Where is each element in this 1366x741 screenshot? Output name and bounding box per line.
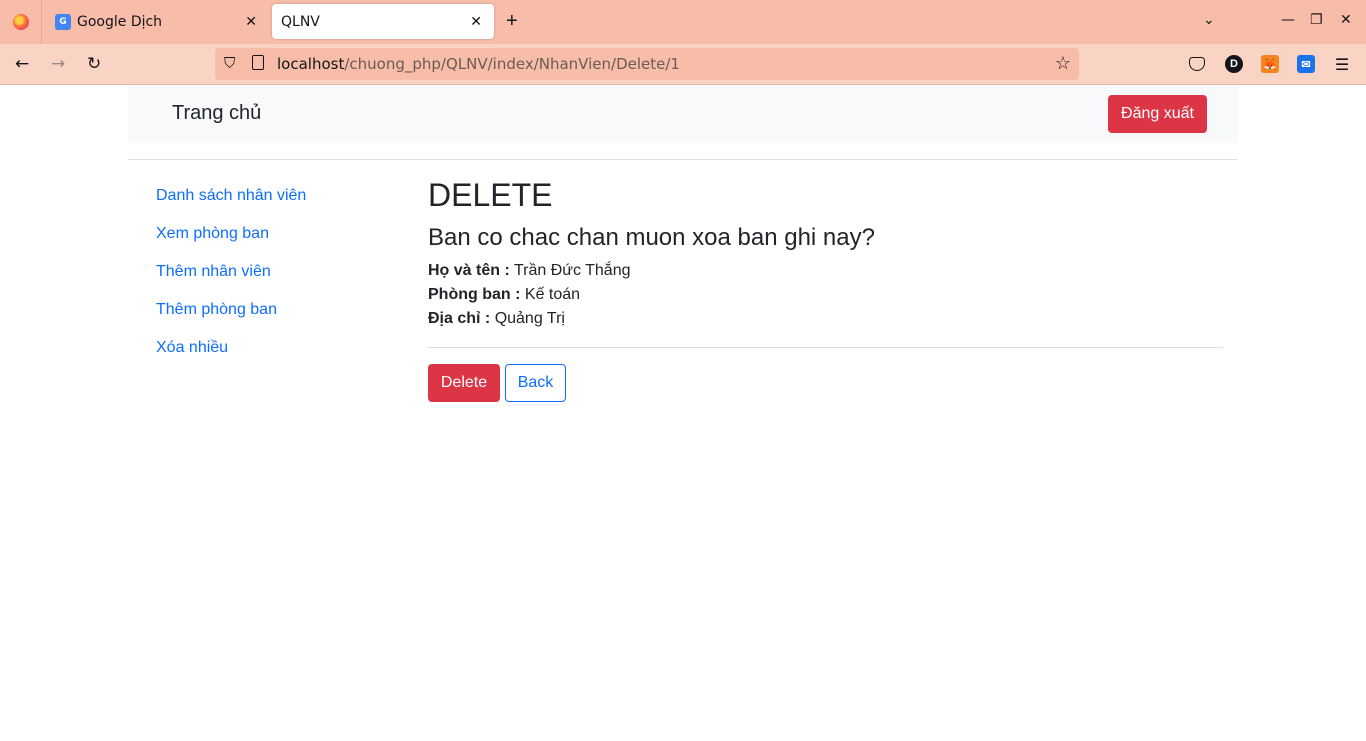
close-icon[interactable]: ✕	[470, 14, 482, 30]
google-translate-icon: G	[55, 14, 71, 30]
sidebar-item-add-employee[interactable]: Thêm nhân viên	[156, 263, 271, 281]
url-path: /chuong_php/QLNV/index/NhanVien/Delete/1	[344, 55, 680, 73]
field-label: Phòng ban :	[428, 286, 521, 303]
brand-link[interactable]: Trang chủ	[172, 102, 261, 125]
field-label: Địa chỉ :	[428, 310, 491, 327]
sidebar-item-view-departments[interactable]: Xem phòng ban	[156, 225, 269, 243]
forward-arrow-icon[interactable]: →	[51, 54, 65, 74]
hamburger-menu-icon[interactable]: ☰	[1333, 55, 1351, 74]
extension-d-icon[interactable]: D	[1225, 55, 1243, 73]
close-icon[interactable]: ✕	[245, 14, 257, 30]
field-value: Trần Đức Thắng	[513, 262, 631, 279]
firefox-menu-button[interactable]	[0, 0, 42, 44]
delete-button[interactable]: Delete	[428, 364, 500, 402]
site-navbar: Trang chủ Đăng xuất	[128, 85, 1238, 143]
window-close-icon[interactable]: ✕	[1340, 12, 1352, 28]
page-icon[interactable]	[252, 55, 264, 70]
url-text[interactable]: localhost/chuong_php/QLNV/index/NhanVien…	[277, 55, 680, 73]
url-bar[interactable]: ⛉ localhost/chuong_php/QLNV/index/NhanVi…	[215, 48, 1079, 80]
divider	[428, 347, 1223, 348]
field-full-name: Họ và tên : Trần Đức Thắng	[428, 262, 631, 280]
page-content: Trang chủ Đăng xuất Danh sách nhân viên …	[0, 85, 1366, 741]
field-address: Địa chỉ : Quảng Trị	[428, 310, 565, 328]
back-button[interactable]: Back	[505, 364, 566, 402]
page-title: DELETE	[428, 177, 553, 213]
confirm-question: Ban co chac chan muon xoa ban ghi nay?	[428, 224, 875, 251]
firefox-icon	[12, 14, 29, 30]
minimize-icon[interactable]: —	[1281, 12, 1295, 28]
back-arrow-icon[interactable]: ←	[15, 54, 29, 74]
field-department: Phòng ban : Kế toán	[428, 286, 580, 304]
logout-button[interactable]: Đăng xuất	[1108, 95, 1207, 133]
shield-icon[interactable]: ⛉	[224, 55, 235, 72]
tab-qlnv[interactable]: QLNV ✕	[272, 4, 494, 39]
new-tab-plus-icon[interactable]: +	[506, 11, 518, 31]
field-label: Họ và tên :	[428, 262, 510, 279]
sidebar-item-add-department[interactable]: Thêm phòng ban	[156, 301, 277, 319]
tab-google-dich[interactable]: G Google Dịch ✕	[43, 0, 269, 44]
divider	[128, 159, 1238, 160]
field-value: Kế toán	[524, 286, 581, 303]
tab-title: Google Dịch	[77, 14, 163, 30]
mail-extension-icon[interactable]: ✉	[1297, 55, 1315, 73]
reload-icon[interactable]: ↻	[87, 54, 101, 74]
field-value: Quảng Trị	[494, 310, 565, 327]
pocket-icon[interactable]	[1189, 57, 1205, 71]
restore-icon[interactable]: ❐	[1310, 12, 1323, 28]
bookmark-star-icon[interactable]: ☆	[1055, 53, 1071, 74]
browser-tab-bar: G Google Dịch ✕ QLNV ✕ + ⌄ — ❐ ✕	[0, 0, 1366, 44]
sidebar-item-delete-multiple[interactable]: Xóa nhiều	[156, 339, 228, 357]
tab-title: QLNV	[281, 13, 320, 30]
url-host: localhost	[277, 55, 345, 73]
browser-toolbar: ← → ↻ ⛉ localhost/chuong_php/QLNV/index/…	[0, 44, 1366, 85]
metamask-fox-icon[interactable]: 🦊	[1261, 55, 1279, 73]
sidebar-item-employee-list[interactable]: Danh sách nhân viên	[156, 187, 306, 205]
list-all-tabs-chevron-icon[interactable]: ⌄	[1203, 12, 1215, 28]
